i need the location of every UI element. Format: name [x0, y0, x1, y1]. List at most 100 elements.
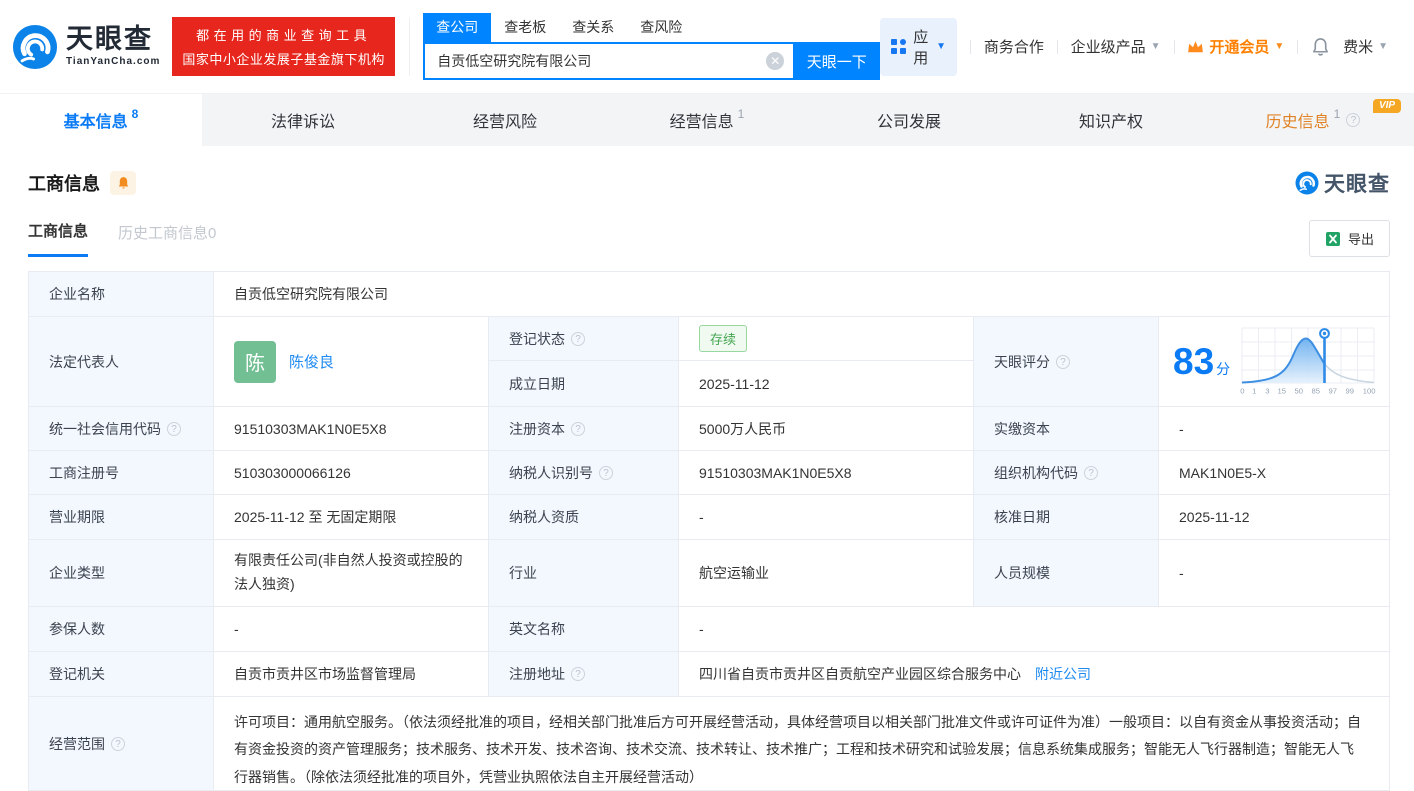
value-staff-size: -: [1159, 540, 1389, 607]
logo-title: 天眼查: [66, 26, 160, 53]
score-distribution-chart[interactable]: 0131550859799100: [1240, 327, 1376, 396]
help-icon[interactable]: [571, 422, 585, 436]
menu-divider: [1297, 40, 1298, 54]
search-button[interactable]: 天眼一下: [793, 42, 880, 80]
label-staff-size: 人员规模: [974, 540, 1159, 607]
legal-rep-name-link[interactable]: 陈俊良: [289, 351, 334, 372]
tab-intellectual-property[interactable]: 知识产权: [1010, 94, 1212, 146]
score-chart-axis: 0131550859799100: [1240, 386, 1376, 396]
label-company-name: 企业名称: [29, 272, 214, 317]
label-registered-capital: 注册资本: [489, 407, 679, 451]
registration-status-badge: 存续: [699, 325, 747, 352]
user-menu[interactable]: 费米 ▼: [1343, 36, 1388, 57]
search-tabs: 查公司 查老板 查关系 查风险: [423, 13, 880, 42]
help-icon[interactable]: [1346, 113, 1360, 127]
score-number: 83: [1173, 341, 1214, 382]
chevron-down-icon: ▼: [1151, 41, 1161, 52]
status-date-subtable: 登记状态 存续 成立日期 2025-11-12: [489, 317, 974, 407]
tab-company-development[interactable]: 公司发展: [808, 94, 1010, 146]
subtab-history-business-info[interactable]: 历史工商信息0: [118, 222, 216, 256]
business-info-section: 工商信息 天眼查 工商信息 历史工商信息0: [0, 168, 1414, 791]
export-label: 导出: [1348, 229, 1374, 248]
help-icon[interactable]: [571, 332, 585, 346]
apps-label: 应用: [913, 26, 929, 68]
search-input[interactable]: [423, 42, 793, 80]
chevron-down-icon: ▼: [936, 41, 946, 52]
label-business-scope: 经营范围: [29, 697, 214, 790]
tab-label: 历史信息: [1266, 108, 1330, 132]
tianyancha-logo[interactable]: 天眼查 TianYanCha.com: [12, 24, 160, 70]
tab-label: 公司发展: [877, 108, 941, 132]
help-icon[interactable]: [571, 667, 585, 681]
tab-basic-info[interactable]: 基本信息 8: [0, 94, 202, 146]
label-paid-capital: 实缴资本: [974, 407, 1159, 451]
menu-open-vip[interactable]: 开通会员 ▼: [1187, 36, 1284, 57]
value-insured-count: -: [214, 607, 489, 652]
org-code-label-text: 组织机构代码: [994, 463, 1078, 483]
menu-divider: [1174, 40, 1175, 54]
menu-enterprise-products[interactable]: 企业级产品 ▼: [1071, 36, 1161, 57]
apps-button[interactable]: 应用 ▼: [880, 18, 957, 76]
value-credit-code: 91510303MAK1N0E5X8: [214, 407, 489, 451]
label-english-name: 英文名称: [489, 607, 679, 652]
value-registered-capital: 5000万人民币: [679, 407, 974, 451]
search-tab-company[interactable]: 查公司: [423, 13, 491, 42]
label-legal-representative: 法定代表人: [29, 317, 214, 407]
establish-date-label-text: 成立日期: [509, 374, 565, 394]
value-business-scope: 许可项目：通用航空服务。（依法须经批准的项目，经相关部门批准后方可开展经营活动，…: [214, 697, 1389, 790]
company-nav-tabs: 基本信息 8 法律诉讼 经营风险 经营信息 1 公司发展 知识产权 VIP 历史…: [0, 94, 1414, 146]
chevron-down-icon: ▼: [1274, 41, 1284, 52]
tab-label: 经营风险: [473, 108, 537, 132]
enterprise-label: 企业级产品: [1071, 36, 1146, 57]
subtab-business-info[interactable]: 工商信息: [28, 220, 88, 257]
label-company-type: 企业类型: [29, 540, 214, 607]
menu-business-cooperation[interactable]: 商务合作: [984, 36, 1044, 57]
tab-legal-proceedings[interactable]: 法律诉讼: [202, 94, 404, 146]
search-tab-boss[interactable]: 查老板: [491, 13, 559, 42]
help-icon[interactable]: [599, 466, 613, 480]
legal-rep-avatar[interactable]: 陈: [234, 341, 276, 383]
promo-line1: 都在用的商业查询工具: [182, 25, 385, 44]
help-icon[interactable]: [1056, 355, 1070, 369]
label-insured-count: 参保人数: [29, 607, 214, 652]
label-approval-date: 核准日期: [974, 495, 1159, 540]
search-tab-relation[interactable]: 查关系: [559, 13, 627, 42]
logo-domain: TianYanCha.com: [66, 57, 160, 67]
tianyancha-logo-icon: [12, 24, 58, 70]
export-button[interactable]: 导出: [1309, 220, 1390, 257]
value-company-type: 有限责任公司(非自然人投资或控股的法人独资): [214, 540, 489, 607]
watermark-title: 天眼查: [1324, 168, 1390, 198]
search-area: 查公司 查老板 查关系 查风险 天眼一下: [423, 13, 880, 80]
promo-line2: 国家中小企业发展子基金旗下机构: [182, 49, 385, 68]
label-registration-number: 工商注册号: [29, 451, 214, 495]
tab-history-info[interactable]: VIP 历史信息 1: [1212, 94, 1414, 146]
label-taxpayer-quality: 纳税人资质: [489, 495, 679, 540]
tab-label: 经营信息: [670, 108, 734, 132]
label-registered-address: 注册地址: [489, 652, 679, 697]
header-menu: 应用 ▼ 商务合作 企业级产品 ▼ 开通会员 ▼ 费米 ▼: [880, 18, 1388, 76]
help-icon[interactable]: [1084, 466, 1098, 480]
menu-divider: [1057, 40, 1058, 54]
help-icon[interactable]: [167, 422, 181, 436]
tab-count: 8: [132, 107, 139, 121]
notification-bell-icon[interactable]: [1311, 37, 1330, 57]
top-header: 天眼查 TianYanCha.com 都在用的商业查询工具 国家中小企业发展子基…: [0, 0, 1414, 94]
value-english-name: -: [679, 607, 1389, 652]
credit-code-label-text: 统一社会信用代码: [49, 419, 161, 439]
chevron-down-icon: ▼: [1378, 41, 1388, 52]
monitor-bell-icon[interactable]: [110, 171, 136, 195]
value-registered-address: 四川省自贡市贡井区自贡航空产业园区综合服务中心 附近公司: [679, 652, 1389, 697]
registration-info-table: 企业名称 自贡低空研究院有限公司 法定代表人 陈 陈俊良 登记状态 存续 成立日…: [28, 271, 1390, 791]
search-tab-risk[interactable]: 查风险: [627, 13, 695, 42]
nearby-companies-link[interactable]: 附近公司: [1035, 664, 1091, 684]
watermark-logo: 天眼查: [1295, 168, 1390, 198]
tab-operating-info[interactable]: 经营信息 1: [606, 94, 808, 146]
tab-operating-risk[interactable]: 经营风险: [404, 94, 606, 146]
help-icon[interactable]: [111, 737, 125, 751]
tab-count: 1: [738, 107, 745, 121]
label-registration-authority: 登记机关: [29, 652, 214, 697]
value-taxpayer-id: 91510303MAK1N0E5X8: [679, 451, 974, 495]
section-title: 工商信息: [28, 170, 100, 196]
label-industry: 行业: [489, 540, 679, 607]
search-bar: 天眼一下: [423, 42, 880, 80]
